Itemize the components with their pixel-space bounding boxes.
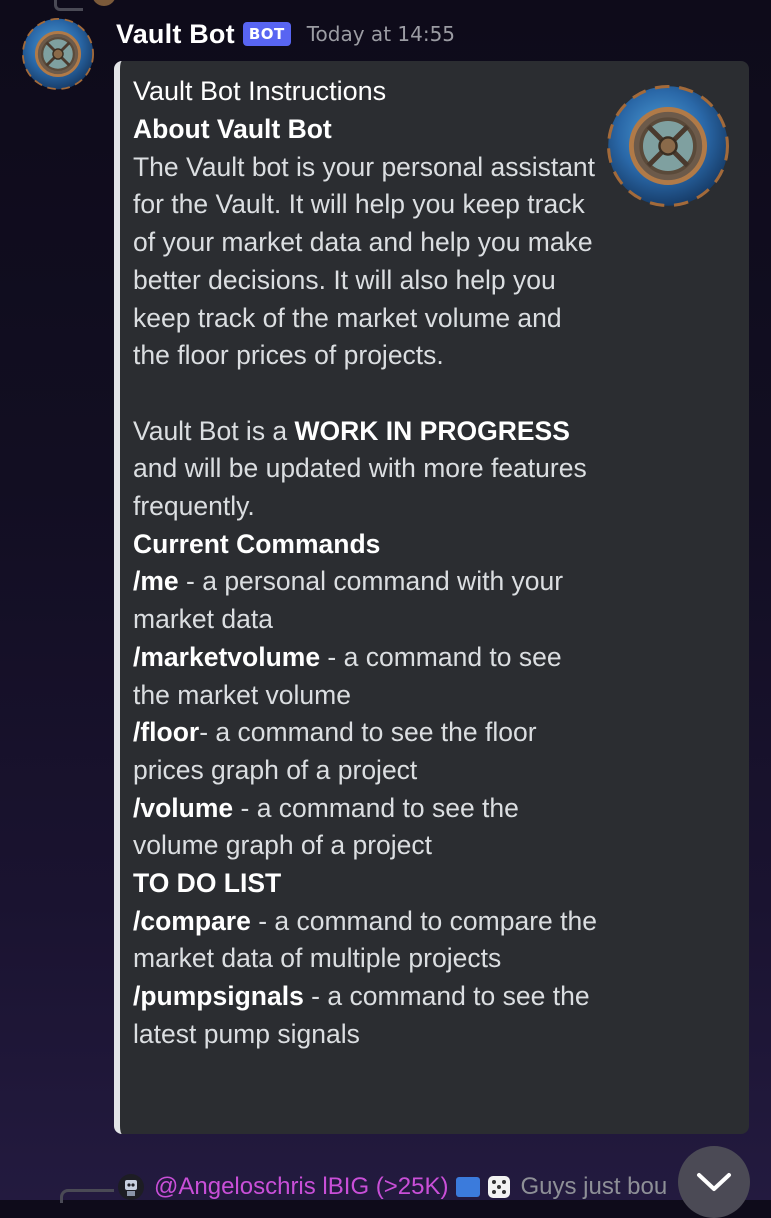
previous-reply-avatar[interactable] xyxy=(92,0,116,6)
command-desc: - a personal command with your market da… xyxy=(133,566,564,635)
command-name: /compare xyxy=(133,905,251,936)
command-item-me: /me - a personal command with your marke… xyxy=(133,563,603,638)
reply-connector-line xyxy=(54,0,83,11)
about-text: The Vault bot is your personal assistant… xyxy=(133,151,596,371)
todo-item-compare: /compare - a command to compare the mark… xyxy=(133,903,603,978)
blue-square-icon xyxy=(456,1177,481,1197)
vault-door-icon xyxy=(607,85,729,207)
command-name: /floor xyxy=(133,717,200,748)
wip-notice: Vault Bot is a WORK IN PROGRESS and will… xyxy=(133,413,603,526)
command-name: /marketvolume xyxy=(133,641,321,672)
reply-connector-line xyxy=(60,1189,114,1203)
embed-body: Vault Bot Instructions About Vault Bot T… xyxy=(133,75,603,1054)
next-author-name[interactable]: @Angeloschris lBIG (>25K) xyxy=(154,1173,448,1201)
bot-badge: BOT xyxy=(242,22,291,46)
about-heading: About Vault Bot xyxy=(133,114,332,144)
todo-item-pumpsignals: /pumpsignals - a command to see the late… xyxy=(133,978,603,1053)
author-name[interactable]: Vault Bot xyxy=(116,19,235,50)
embed-thumbnail[interactable] xyxy=(607,85,729,207)
command-item-volume: /volume - a command to see the volume gr… xyxy=(133,790,603,865)
wip-prefix: Vault Bot is a xyxy=(133,415,295,446)
wip-bold: WORK IN PROGRESS xyxy=(294,415,570,446)
command-name: /pumpsignals xyxy=(133,981,304,1012)
next-message-reply[interactable]: @Angeloschris lBIG (>25K) Guys just bou xyxy=(60,1170,667,1204)
bot-avatar[interactable] xyxy=(22,18,94,90)
next-author-avatar[interactable] xyxy=(118,1174,144,1200)
message-header: Vault Bot BOT Today at 14:55 xyxy=(116,16,455,52)
chevron-down-icon xyxy=(697,1173,731,1191)
vault-door-icon xyxy=(22,18,94,90)
wip-suffix: and will be updated with more features f… xyxy=(133,453,587,522)
embed-card: Vault Bot Instructions About Vault Bot T… xyxy=(114,61,749,1134)
command-name: /me xyxy=(133,566,179,597)
current-commands-heading: Current Commands xyxy=(133,528,381,559)
todo-heading: TO DO LIST xyxy=(133,868,282,899)
message-timestamp: Today at 14:55 xyxy=(306,22,456,46)
robot-avatar-icon xyxy=(125,1180,137,1196)
command-item-floor: /floor- a command to see the floor price… xyxy=(133,714,603,789)
command-name: /volume xyxy=(133,792,234,823)
dice-icon xyxy=(488,1176,511,1198)
command-item-marketvolume: /marketvolume - a command to see the mar… xyxy=(133,639,603,714)
embed-title: Vault Bot Instructions xyxy=(133,76,387,106)
next-message-preview: Guys just bou xyxy=(520,1173,668,1200)
scroll-to-bottom-button[interactable] xyxy=(678,1146,750,1218)
